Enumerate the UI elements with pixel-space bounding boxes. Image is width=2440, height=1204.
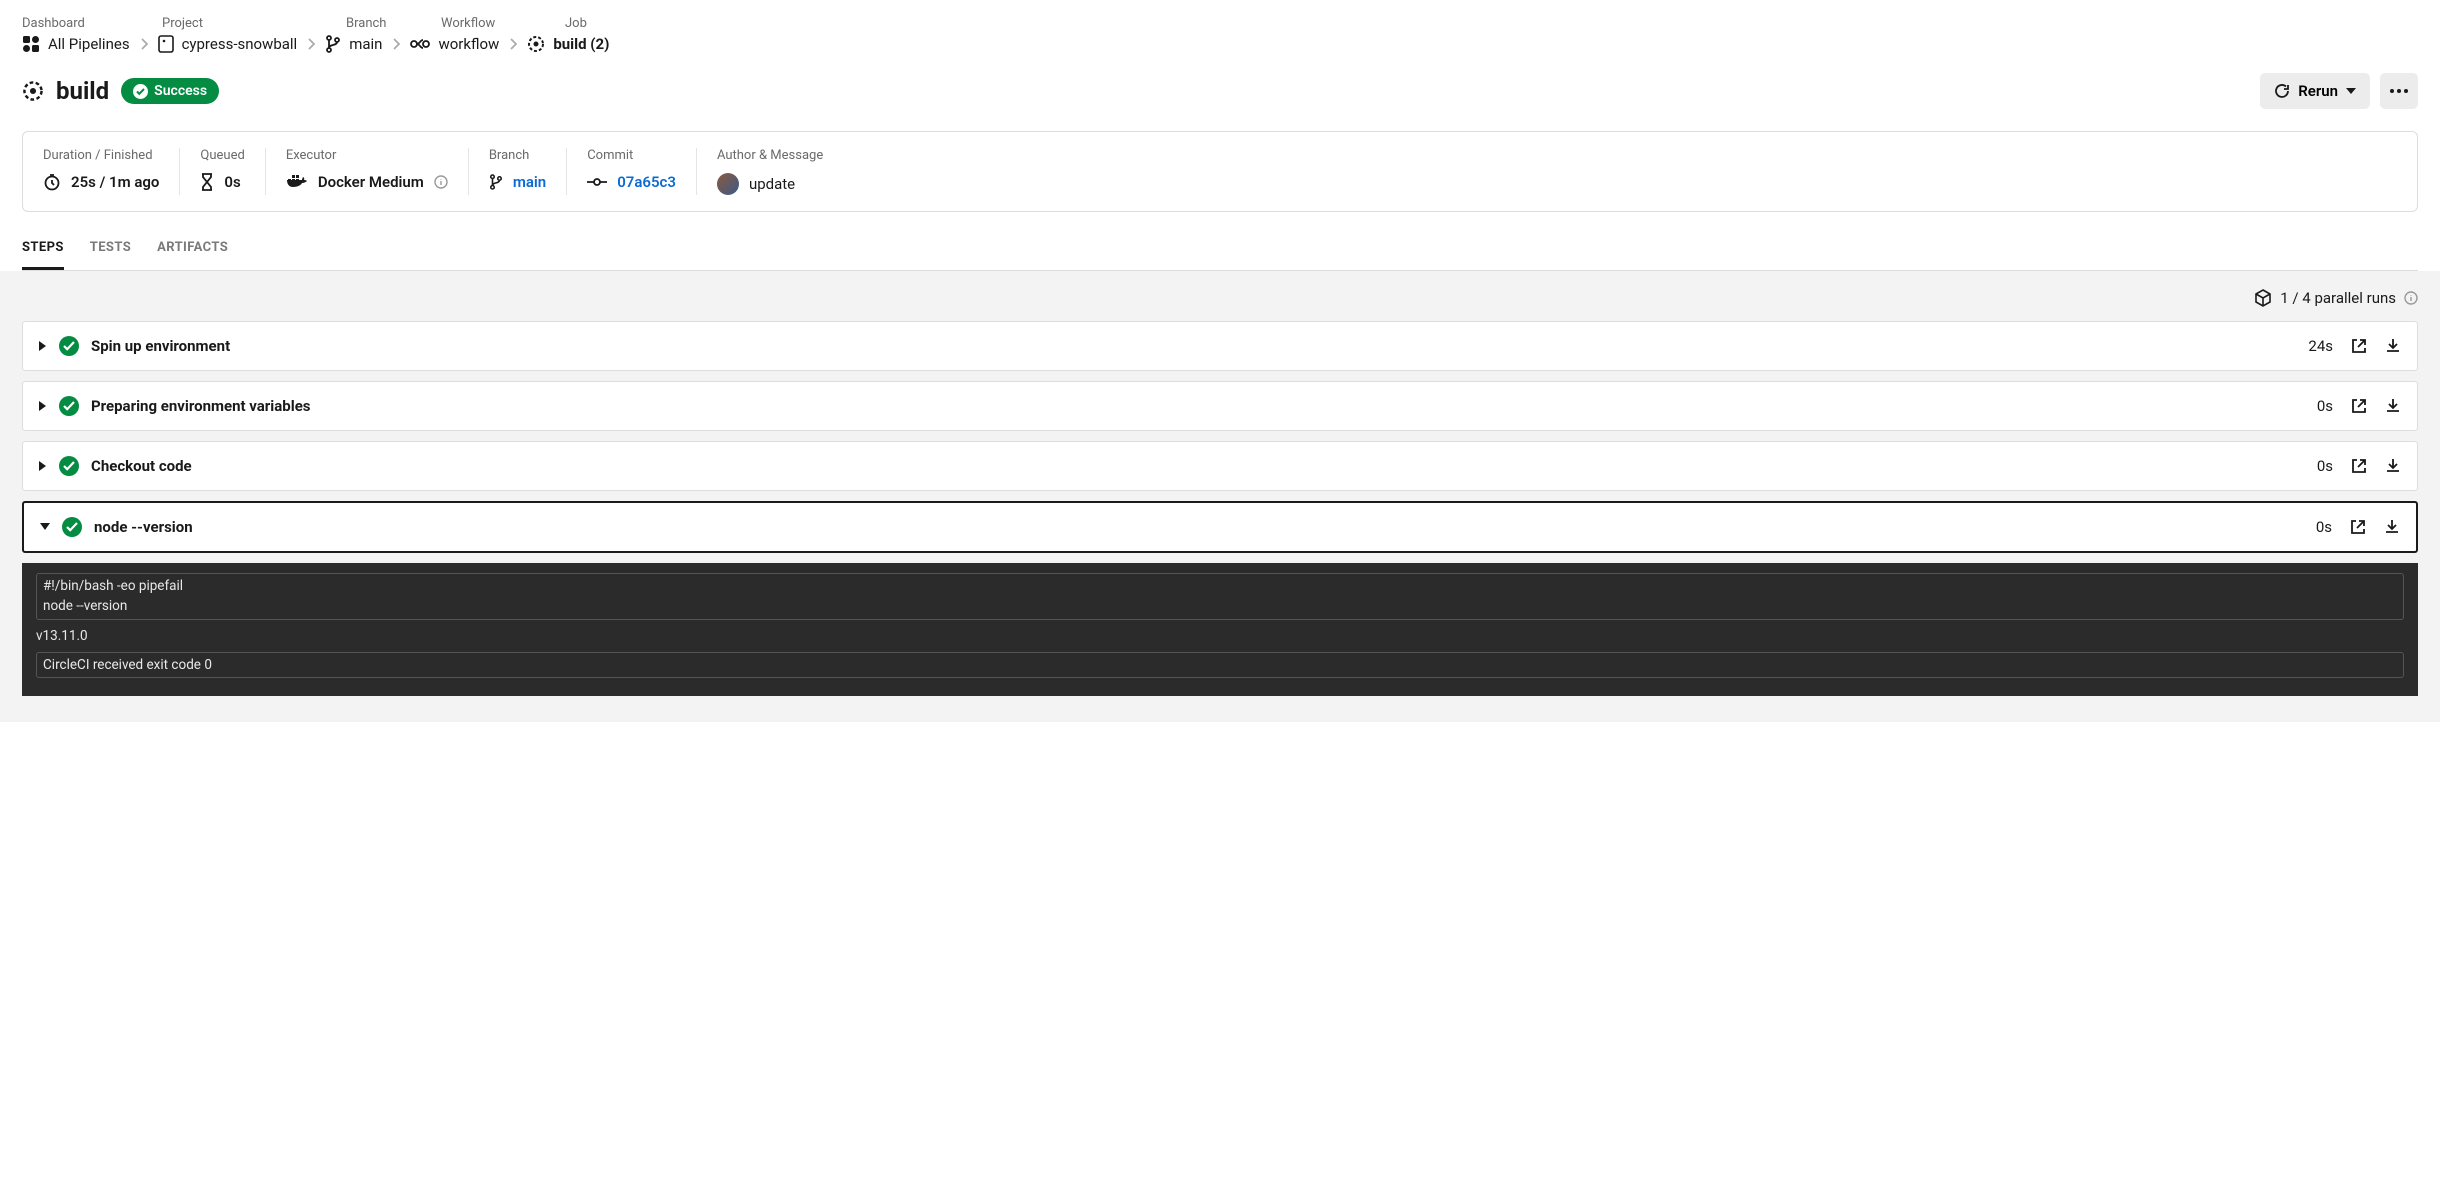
terminal-output: #!/bin/bash -eo pipefail node --version … <box>22 563 2418 696</box>
repo-icon <box>158 35 174 53</box>
duration-value: 25s / 1m ago <box>71 173 159 191</box>
breadcrumb-all-pipelines[interactable]: All Pipelines <box>22 35 130 53</box>
external-link-icon[interactable] <box>2351 458 2367 474</box>
caret-down-icon <box>40 523 50 531</box>
external-link-icon[interactable] <box>2351 398 2367 414</box>
commit-icon <box>587 177 607 187</box>
caret-right-icon <box>39 401 47 411</box>
summary-card: Duration / Finished 25s / 1m ago Queued … <box>22 131 2418 212</box>
chevron-right-icon <box>509 38 517 50</box>
breadcrumb-labels: Dashboard Project Branch Workflow Job <box>22 16 2418 31</box>
download-icon[interactable] <box>2385 458 2401 474</box>
dots-icon <box>2390 89 2408 93</box>
breadcrumb-workflow[interactable]: workflow <box>410 35 499 53</box>
download-icon[interactable] <box>2384 519 2400 535</box>
check-circle-icon <box>59 456 79 476</box>
caret-right-icon <box>39 341 47 351</box>
step-time: 0s <box>2317 457 2333 475</box>
dashboard-icon <box>22 35 40 53</box>
chevron-right-icon <box>307 38 315 50</box>
job-icon <box>527 35 545 53</box>
download-icon[interactable] <box>2385 398 2401 414</box>
info-icon[interactable] <box>2404 291 2418 305</box>
external-link-icon[interactable] <box>2350 519 2366 535</box>
breadcrumb-branch[interactable]: main <box>325 35 382 53</box>
download-icon[interactable] <box>2385 338 2401 354</box>
step-time: 24s <box>2308 337 2333 355</box>
check-circle-icon <box>59 336 79 356</box>
external-link-icon[interactable] <box>2351 338 2367 354</box>
breadcrumb: All Pipelines cypress-snowball main work… <box>22 35 2418 53</box>
step-time: 0s <box>2316 518 2332 536</box>
chevron-right-icon <box>140 38 148 50</box>
cube-icon <box>2254 289 2272 307</box>
caret-down-icon <box>2346 88 2356 94</box>
chevron-right-icon <box>392 38 400 50</box>
step-time: 0s <box>2317 397 2333 415</box>
breadcrumb-project[interactable]: cypress-snowball <box>158 35 298 53</box>
tab-steps[interactable]: STEPS <box>22 230 64 270</box>
commit-link[interactable]: 07a65c3 <box>617 173 676 191</box>
branch-link[interactable]: main <box>513 173 546 191</box>
breadcrumb-job[interactable]: build (2) <box>527 35 609 53</box>
page-title: build <box>56 77 109 105</box>
check-circle-icon <box>62 517 82 537</box>
check-circle-icon <box>59 396 79 416</box>
job-icon <box>22 80 44 102</box>
branch-icon <box>325 35 341 53</box>
queued-value: 0s <box>224 173 240 191</box>
hourglass-icon <box>200 173 214 191</box>
workflow-icon <box>410 38 430 50</box>
parallel-runs: 1 / 4 parallel runs <box>22 289 2418 307</box>
clock-icon <box>43 173 61 191</box>
tab-tests[interactable]: TESTS <box>90 230 131 270</box>
rerun-button[interactable]: Rerun <box>2260 73 2370 109</box>
step-row[interactable]: Checkout code 0s <box>22 441 2418 491</box>
check-circle-icon <box>133 84 148 99</box>
avatar <box>717 173 739 195</box>
executor-value: Docker Medium <box>318 173 424 191</box>
commit-message: update <box>749 175 795 193</box>
step-row[interactable]: Preparing environment variables 0s <box>22 381 2418 431</box>
info-icon[interactable] <box>434 175 448 189</box>
caret-right-icon <box>39 461 47 471</box>
step-row[interactable]: Spin up environment 24s <box>22 321 2418 371</box>
tabs: STEPS TESTS ARTIFACTS <box>22 230 2418 271</box>
refresh-icon <box>2274 83 2290 99</box>
more-button[interactable] <box>2380 73 2418 109</box>
branch-icon <box>489 173 503 191</box>
docker-icon <box>286 174 308 190</box>
tab-artifacts[interactable]: ARTIFACTS <box>157 230 228 270</box>
step-row[interactable]: node --version 0s <box>22 501 2418 553</box>
status-badge: Success <box>121 78 219 104</box>
